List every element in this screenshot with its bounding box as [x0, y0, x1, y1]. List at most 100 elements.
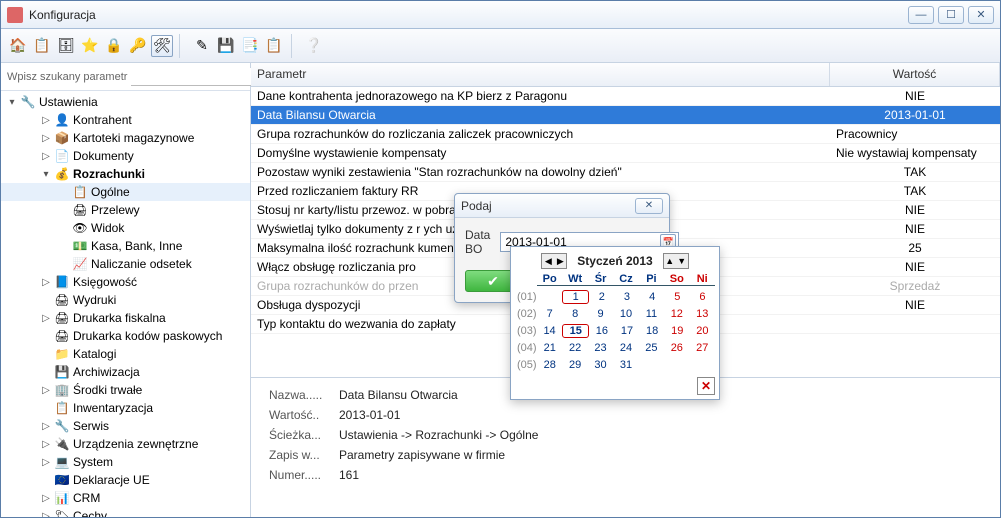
calendar-day[interactable]: 23: [588, 342, 613, 354]
titlebar: Konfiguracja — ☐ ✕: [1, 1, 1000, 29]
tb-paste-icon[interactable]: 📋: [263, 35, 285, 57]
calendar-day[interactable]: 16: [589, 325, 614, 337]
calendar-day[interactable]: 25: [639, 342, 664, 354]
calendar-day[interactable]: 6: [690, 291, 715, 303]
d-save-value: Parametry zapisywane w firmie: [339, 448, 505, 462]
calendar-day[interactable]: 10: [613, 308, 638, 320]
cell-value: NIE: [830, 260, 1000, 274]
calendar-day[interactable]: 11: [639, 308, 664, 320]
tree-item[interactable]: 💾Archiwizacja: [1, 363, 250, 381]
calendar-day[interactable]: 18: [640, 325, 665, 337]
calendar-day[interactable]: 8: [562, 308, 587, 320]
tree-item[interactable]: ▷📊CRM: [1, 489, 250, 507]
tree-item[interactable]: ▷🖨Drukarka fiskalna: [1, 309, 250, 327]
calendar-day[interactable]: 26: [664, 342, 689, 354]
tree-item[interactable]: ▷📄Dokumenty: [1, 147, 250, 165]
tb-lock-icon[interactable]: 🔒: [103, 35, 125, 57]
calendar-day[interactable]: 31: [613, 359, 638, 371]
toolbar: 🏠 📋 🗄 ⭐ 🔒 🔑 🛠 ✎ 💾 📑 📋 ❔: [1, 29, 1000, 63]
calendar-day[interactable]: 24: [613, 342, 638, 354]
calendar-day[interactable]: 12: [664, 308, 689, 320]
grid-row[interactable]: Pozostaw wyniki zestawienia "Stan rozrac…: [251, 163, 1000, 182]
tb-list-icon[interactable]: 📋: [31, 35, 53, 57]
grid-row[interactable]: Dane kontrahenta jednorazowego na KP bie…: [251, 87, 1000, 106]
tree-item[interactable]: 📋Ogólne: [1, 183, 250, 201]
tree-item[interactable]: ▾💰Rozrachunki: [1, 165, 250, 183]
d-name-value: Data Bilansu Otwarcia: [339, 388, 458, 402]
grid-row[interactable]: Data Bilansu Otwarcia2013-01-01: [251, 106, 1000, 125]
calendar-day[interactable]: 15: [562, 324, 589, 338]
tree-item[interactable]: 🖨Drukarka kodów paskowych: [1, 327, 250, 345]
calendar-day[interactable]: 29: [562, 359, 587, 371]
tb-save-icon[interactable]: 💾: [215, 35, 237, 57]
calendar-week-num: (01): [515, 291, 537, 303]
grid-row[interactable]: Grupa rozrachunków do rozliczania zalicz…: [251, 125, 1000, 144]
tree-item[interactable]: ▷💻System: [1, 453, 250, 471]
calendar-day[interactable]: 19: [665, 325, 690, 337]
calendar-day[interactable]: 13: [690, 308, 715, 320]
tree-item[interactable]: ▷🏷Cechy: [1, 507, 250, 517]
month-spinner[interactable]: ◀▶: [541, 253, 567, 269]
cell-value: NIE: [830, 89, 1000, 103]
tree-item[interactable]: ▷🔧Serwis: [1, 417, 250, 435]
tree-item[interactable]: 📈Naliczanie odsetek: [1, 255, 250, 273]
calendar-day[interactable]: 4: [640, 291, 665, 303]
tree-item[interactable]: ▷📦Kartoteki magazynowe: [1, 129, 250, 147]
tb-edit-icon[interactable]: ✎: [191, 35, 213, 57]
tb-home-icon[interactable]: 🏠: [7, 35, 29, 57]
tree-view[interactable]: ▾🔧Ustawienia▷👤Kontrahent▷📦Kartoteki maga…: [1, 91, 250, 517]
calendar-day[interactable]: 7: [537, 308, 562, 320]
calendar-day[interactable]: 30: [588, 359, 613, 371]
calendar-day[interactable]: 17: [614, 325, 639, 337]
calendar-day[interactable]: 14: [537, 325, 562, 337]
d-path-label: Ścieżka...: [269, 428, 339, 442]
tree-item[interactable]: 🇪🇺Deklaracje UE: [1, 471, 250, 489]
tb-tools-icon[interactable]: 🛠: [151, 35, 173, 57]
tb-help-icon[interactable]: ❔: [303, 35, 325, 57]
calendar-day[interactable]: 3: [614, 291, 639, 303]
dialog-close-button[interactable]: ✕: [635, 198, 663, 214]
cell-param: Domyślne wystawienie kompensaty: [251, 146, 830, 160]
calendar-day[interactable]: 9: [588, 308, 613, 320]
calendar-dow: Śr: [588, 273, 613, 285]
sidebar: Wpisz szukany parametr – ▾🔧Ustawienia▷👤K…: [1, 63, 251, 517]
d-num-label: Numer.....: [269, 468, 339, 482]
year-spinner[interactable]: ▲▼: [663, 253, 689, 269]
close-button[interactable]: ✕: [968, 6, 994, 24]
tree-item[interactable]: 💵Kasa, Bank, Inne: [1, 237, 250, 255]
tree-item[interactable]: ▷👤Kontrahent: [1, 111, 250, 129]
dialog-title: Podaj: [461, 199, 635, 213]
tree-item[interactable]: ▷📘Księgowość: [1, 273, 250, 291]
tb-copy-icon[interactable]: 📑: [239, 35, 261, 57]
calendar-day[interactable]: 1: [562, 290, 589, 304]
minimize-button[interactable]: —: [908, 6, 934, 24]
calendar-dow: Po: [537, 273, 562, 285]
calendar-day[interactable]: 21: [537, 342, 562, 354]
tb-star-icon[interactable]: ⭐: [79, 35, 101, 57]
tree-item[interactable]: 👁Widok: [1, 219, 250, 237]
calendar-day[interactable]: 5: [665, 291, 690, 303]
tree-item[interactable]: ▷🔌Urządzenia zewnętrzne: [1, 435, 250, 453]
tb-db-icon[interactable]: 🗄: [55, 35, 77, 57]
tree-item[interactable]: ▷🏢Środki trwałe: [1, 381, 250, 399]
grid-row[interactable]: Domyślne wystawienie kompensatyNie wysta…: [251, 144, 1000, 163]
calendar-week-num: (02): [515, 308, 537, 320]
calendar-day[interactable]: 20: [690, 325, 715, 337]
tb-sep2: [291, 34, 297, 58]
calendar-day: .: [639, 359, 664, 371]
tree-item[interactable]: 📋Inwentaryzacja: [1, 399, 250, 417]
calendar-close-button[interactable]: ✕: [697, 377, 715, 395]
calendar-day[interactable]: 2: [589, 291, 614, 303]
calendar-day[interactable]: 27: [690, 342, 715, 354]
col-parametr[interactable]: Parametr: [251, 63, 830, 86]
tree-item[interactable]: 🖨Przelewy: [1, 201, 250, 219]
tree-item[interactable]: 📁Katalogi: [1, 345, 250, 363]
tree-item[interactable]: 🖨Wydruki: [1, 291, 250, 309]
calendar-day[interactable]: 22: [562, 342, 587, 354]
maximize-button[interactable]: ☐: [938, 6, 964, 24]
col-wartosc[interactable]: Wartość: [830, 63, 1000, 86]
tree-root[interactable]: ▾🔧Ustawienia: [1, 93, 250, 111]
d-num-value: 161: [339, 468, 359, 482]
calendar-day[interactable]: 28: [537, 359, 562, 371]
tb-key-icon[interactable]: 🔑: [127, 35, 149, 57]
